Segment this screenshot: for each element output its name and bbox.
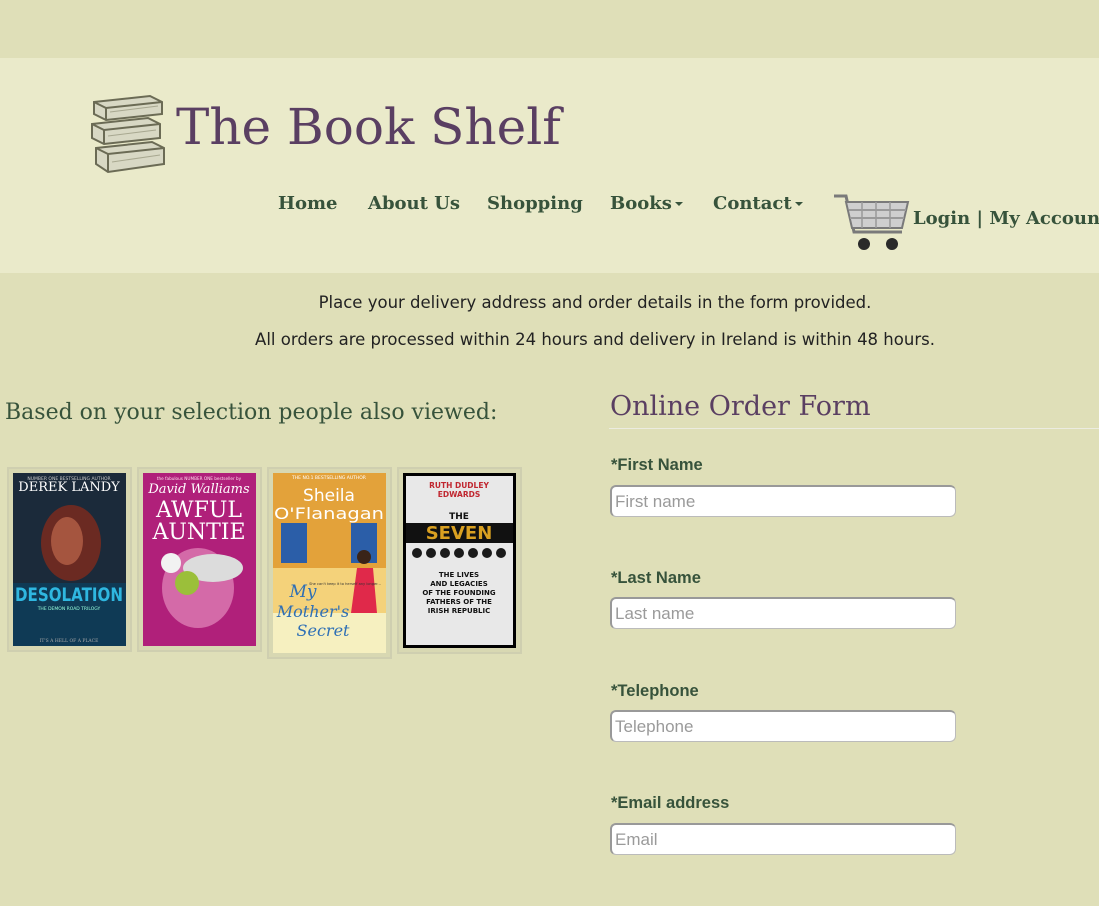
book-author: DEREK LANDY	[18, 480, 120, 495]
first-name-input[interactable]	[610, 485, 956, 517]
order-form-title: Online Order Form	[610, 391, 871, 422]
book-author: David Walliams	[147, 482, 250, 497]
book-author: O'Flanagan	[274, 504, 384, 523]
my-account-link[interactable]: My Account	[989, 208, 1099, 229]
first-name-label: *First Name	[611, 456, 703, 474]
email-label: *Email address	[611, 794, 730, 812]
last-name-label: *Last Name	[611, 569, 701, 587]
book-author: Sheila	[303, 486, 355, 506]
book-title: DESOLATION	[15, 584, 123, 606]
info-line-1: Place your delivery address and order de…	[318, 293, 872, 312]
book-cover-the-seven: RUTH DUDLEY EDWARDS THE SEVEN THE LIVES …	[403, 473, 516, 648]
book-blurb: She can't keep it to herself any longer.…	[309, 582, 381, 586]
telephone-label: *Telephone	[611, 682, 699, 700]
book-tagline: THE NO.1 BESTSELLING AUTHOR	[291, 475, 366, 481]
link-separator: |	[976, 208, 984, 229]
caret-down-icon	[674, 202, 683, 206]
book-subtitle: IRISH REPUBLIC	[428, 607, 490, 615]
book-title: Secret	[297, 621, 351, 640]
book-subtitle: OF THE FOUNDING	[422, 589, 496, 597]
book-tagline: the fabulous NUMBER ONE bestseller by	[157, 476, 242, 481]
also-viewed-heading: Based on your selection people also view…	[5, 400, 498, 425]
nav-home[interactable]: Home	[278, 193, 338, 214]
info-line-2: All orders are processed within 24 hours…	[255, 330, 935, 349]
account-links: Login | My Account	[913, 208, 1099, 229]
nav-contact[interactable]: Contact	[713, 193, 803, 214]
book-subtitle: FATHERS OF THE	[426, 598, 492, 606]
book-subtitle: THE LIVES	[439, 571, 479, 579]
nav-about-us[interactable]: About Us	[368, 193, 460, 214]
nav-books[interactable]: Books	[610, 193, 683, 214]
book-thumbnail[interactable]: the fabulous NUMBER ONE bestseller by Da…	[137, 467, 262, 652]
book-title: Mother's	[276, 602, 349, 621]
shopping-cart-icon[interactable]	[832, 192, 910, 254]
book-stack-icon	[91, 94, 165, 174]
book-thumbnail[interactable]: NUMBER ONE BESTSELLING AUTHOR DEREK LAND…	[7, 467, 132, 652]
book-cover-awful-auntie: the fabulous NUMBER ONE bestseller by Da…	[143, 473, 256, 646]
login-link[interactable]: Login	[913, 208, 970, 229]
book-title: SEVEN	[426, 523, 493, 544]
site-title[interactable]: The Book Shelf	[176, 100, 561, 155]
book-thumbnail[interactable]: THE NO.1 BESTSELLING AUTHOR Sheila O'Fla…	[267, 467, 392, 659]
book-cover-my-mothers-secret: THE NO.1 BESTSELLING AUTHOR Sheila O'Fla…	[273, 473, 386, 653]
telephone-input[interactable]	[610, 710, 956, 742]
nav-shopping[interactable]: Shopping	[487, 193, 583, 214]
book-cover-desolation: NUMBER ONE BESTSELLING AUTHOR DEREK LAND…	[13, 473, 126, 646]
last-name-input[interactable]	[610, 597, 956, 629]
caret-down-icon	[794, 202, 803, 206]
book-author: RUTH DUDLEY	[429, 481, 489, 490]
book-title: THE	[449, 512, 469, 522]
book-title: AUNTIE	[151, 520, 245, 545]
email-input[interactable]	[610, 823, 956, 855]
form-divider	[609, 428, 1099, 429]
book-footer: IT'S A HELL OF A PLACE	[40, 638, 99, 644]
book-author: EDWARDS	[438, 490, 481, 499]
book-title: My	[288, 582, 316, 602]
book-series: THE DEMON ROAD TRILOGY	[37, 606, 101, 612]
book-thumbnail[interactable]: RUTH DUDLEY EDWARDS THE SEVEN THE LIVES …	[397, 467, 522, 654]
book-subtitle: AND LEGACIES	[430, 580, 488, 588]
